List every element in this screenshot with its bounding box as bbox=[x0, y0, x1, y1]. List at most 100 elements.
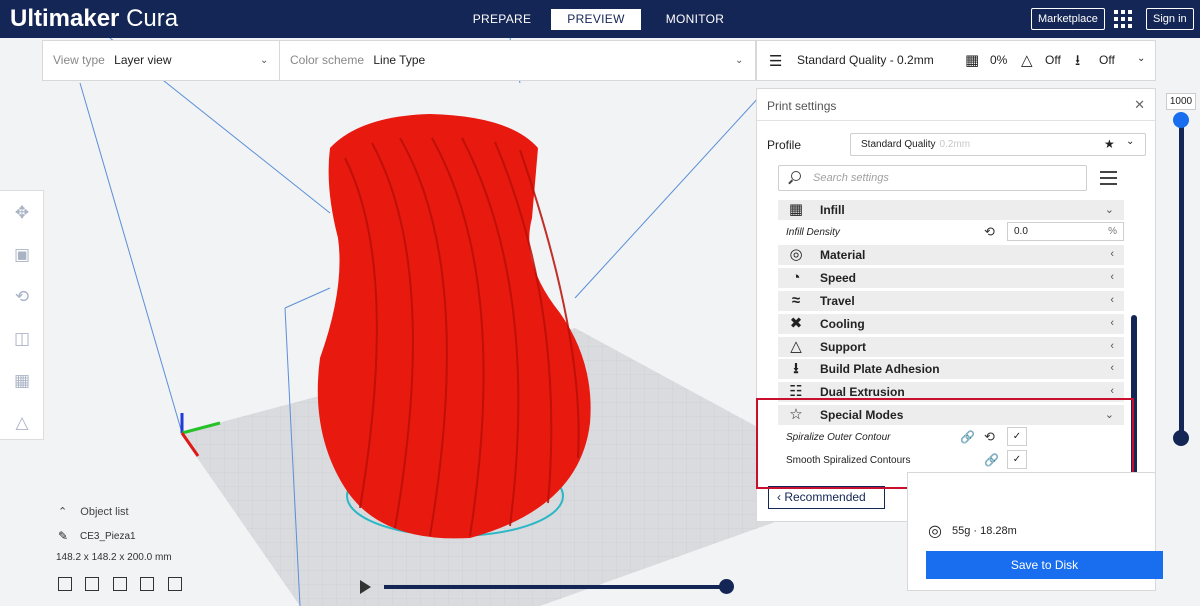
object-list-toggle[interactable]: ⌃ Object list bbox=[58, 505, 129, 518]
apps-grid-icon[interactable] bbox=[1114, 10, 1132, 28]
mirror-tool-icon[interactable]: ◫ bbox=[12, 329, 32, 349]
category-label: Travel bbox=[820, 294, 855, 308]
view-toolbar: View type Layer view ⌄ Color scheme Line… bbox=[42, 40, 756, 81]
spool-icon: ◎ bbox=[928, 523, 942, 540]
infill-value: 0% bbox=[990, 53, 1008, 67]
path-slider-handle[interactable] bbox=[719, 579, 734, 594]
chevron-left-icon: ‹ bbox=[1110, 248, 1114, 260]
infill-icon: ▦ bbox=[965, 52, 980, 69]
marketplace-button[interactable]: Marketplace bbox=[1031, 8, 1105, 30]
sliders-icon: ☰ bbox=[769, 53, 783, 70]
menu-icon[interactable] bbox=[1100, 171, 1117, 185]
right-view-icon[interactable] bbox=[167, 577, 182, 591]
category-speed[interactable]: ◔ Speed ‹ bbox=[778, 268, 1124, 288]
profile-label: Profile bbox=[767, 138, 802, 152]
infill-density-input[interactable]: 0.0 % bbox=[1007, 222, 1124, 241]
save-to-disk-button[interactable]: Save to Disk bbox=[926, 551, 1163, 579]
view-type-selector[interactable]: View type Layer view bbox=[53, 41, 172, 80]
chevron-up-icon: ⌃ bbox=[58, 506, 68, 518]
chevron-left-icon: ‹ bbox=[1110, 317, 1114, 329]
profile-value: Standard Quality bbox=[861, 139, 936, 150]
output-action-panel: ◎ 55g · 18.28m Save to Disk bbox=[907, 472, 1163, 591]
chevron-left-icon: ‹ bbox=[777, 490, 781, 504]
app-name-light: Cura bbox=[126, 5, 179, 32]
layer-slider-bottom-handle[interactable] bbox=[1173, 430, 1189, 446]
object-list-label: Object list bbox=[80, 506, 129, 518]
chevron-down-icon[interactable]: ⌄ bbox=[1126, 136, 1134, 147]
category-label: Material bbox=[820, 248, 866, 262]
chevron-left-icon: ‹ bbox=[1110, 294, 1114, 306]
support-blocker-icon[interactable]: △ bbox=[12, 413, 32, 433]
close-icon[interactable]: ✕ bbox=[1134, 97, 1145, 113]
object-name: CE3_Pieza1 bbox=[80, 531, 136, 542]
camera-view-buttons bbox=[58, 577, 191, 596]
layer-slider-track[interactable] bbox=[1179, 118, 1184, 438]
search-settings-input[interactable] bbox=[813, 170, 1073, 186]
category-travel[interactable]: ≈ Travel ‹ bbox=[778, 291, 1124, 311]
stage-tab-prepare[interactable]: PREPARE bbox=[470, 9, 534, 30]
category-label: Build Plate Adhesion bbox=[820, 362, 940, 376]
recommended-label: Recommended bbox=[784, 490, 866, 504]
search-settings-box[interactable] bbox=[778, 165, 1087, 191]
pencil-icon: ✎ bbox=[58, 529, 69, 543]
support-icon: △ bbox=[1021, 52, 1033, 69]
recommended-button[interactable]: ‹ Recommended bbox=[768, 486, 885, 509]
chevron-left-icon: ‹ bbox=[1110, 362, 1114, 374]
category-label: Infill bbox=[820, 203, 845, 217]
star-icon[interactable]: ★ bbox=[1104, 137, 1115, 151]
print-settings-title: Print settings bbox=[767, 99, 837, 113]
front-view-icon[interactable] bbox=[85, 577, 100, 591]
material-icon: ◎ bbox=[789, 246, 803, 263]
chevron-down-icon[interactable]: ⌄ bbox=[260, 41, 268, 80]
category-label: Cooling bbox=[820, 317, 865, 331]
stage-tab-monitor[interactable]: MONITOR bbox=[660, 9, 730, 30]
chevron-down-icon[interactable]: ⌄ bbox=[1137, 53, 1145, 64]
color-scheme-selector[interactable]: Color scheme Line Type bbox=[290, 41, 425, 80]
chevron-down-icon: ⌄ bbox=[1104, 204, 1114, 216]
move-tool-icon[interactable]: ✥ bbox=[12, 203, 32, 223]
sign-in-button[interactable]: Sign in bbox=[1146, 8, 1194, 30]
category-build-plate-adhesion[interactable]: ⭳ Build Plate Adhesion ‹ bbox=[778, 359, 1124, 379]
material-estimate: 55g · 18.28m bbox=[952, 525, 1017, 537]
scale-tool-icon[interactable]: ▣ bbox=[12, 245, 32, 265]
path-slider-track[interactable] bbox=[384, 585, 728, 589]
profile-suffix: 0.2mm bbox=[939, 139, 971, 150]
stage-tab-preview[interactable]: PREVIEW bbox=[551, 9, 641, 30]
adhesion-icon: ⭳ bbox=[1075, 52, 1081, 69]
speed-icon: ◔ bbox=[791, 269, 801, 286]
chevron-down-icon[interactable]: ⌄ bbox=[735, 41, 743, 80]
cooling-icon: ✖ bbox=[789, 315, 803, 332]
3d-view-icon[interactable] bbox=[58, 577, 72, 591]
rotate-tool-icon[interactable]: ⟲ bbox=[12, 287, 32, 307]
category-label: Speed bbox=[820, 271, 857, 285]
adhesion-icon: ⭳ bbox=[793, 360, 799, 377]
category-label: Dual Extrusion bbox=[820, 385, 905, 399]
app-name-bold: Ultimaker bbox=[10, 5, 120, 32]
print-setup-bar[interactable]: ☰ Standard Quality - 0.2mm ▦ 0% △ Off ⭳ … bbox=[756, 40, 1156, 81]
search-icon bbox=[791, 171, 801, 181]
color-scheme-label: Color scheme bbox=[290, 53, 365, 67]
support-value: Off bbox=[1045, 53, 1061, 67]
top-view-icon[interactable] bbox=[112, 577, 127, 591]
layer-number-input[interactable]: 1000 bbox=[1166, 93, 1196, 110]
per-model-settings-icon[interactable]: ▦ bbox=[12, 371, 32, 391]
category-infill[interactable]: ▦ Infill ⌄ bbox=[778, 200, 1124, 220]
category-material[interactable]: ◎ Material ‹ bbox=[778, 245, 1124, 265]
chevron-left-icon: ‹ bbox=[1110, 385, 1114, 397]
category-cooling[interactable]: ✖ Cooling ‹ bbox=[778, 314, 1124, 334]
infill-density-label: Infill Density bbox=[786, 227, 840, 238]
object-dimensions: 148.2 x 148.2 x 200.0 mm bbox=[56, 552, 172, 563]
reset-icon[interactable]: ⟲ bbox=[984, 224, 995, 240]
infill-density-unit: % bbox=[1108, 226, 1117, 237]
play-icon[interactable] bbox=[360, 580, 371, 594]
category-label: Support bbox=[820, 340, 866, 354]
app-logo: Ultimaker Cura bbox=[10, 4, 178, 34]
layer-slider-top-handle[interactable] bbox=[1173, 112, 1189, 128]
category-support[interactable]: △ Support ‹ bbox=[778, 337, 1124, 357]
support-icon: △ bbox=[790, 338, 802, 355]
view-type-label: View type bbox=[53, 53, 105, 67]
profile-dropdown[interactable]: Standard Quality 0.2mm ★ ⌄ bbox=[850, 133, 1146, 156]
travel-icon: ≈ bbox=[791, 292, 801, 309]
left-view-icon[interactable] bbox=[140, 577, 155, 591]
left-tool-panel: ✥ ▣ ⟲ ◫ ▦ △ bbox=[0, 190, 44, 440]
